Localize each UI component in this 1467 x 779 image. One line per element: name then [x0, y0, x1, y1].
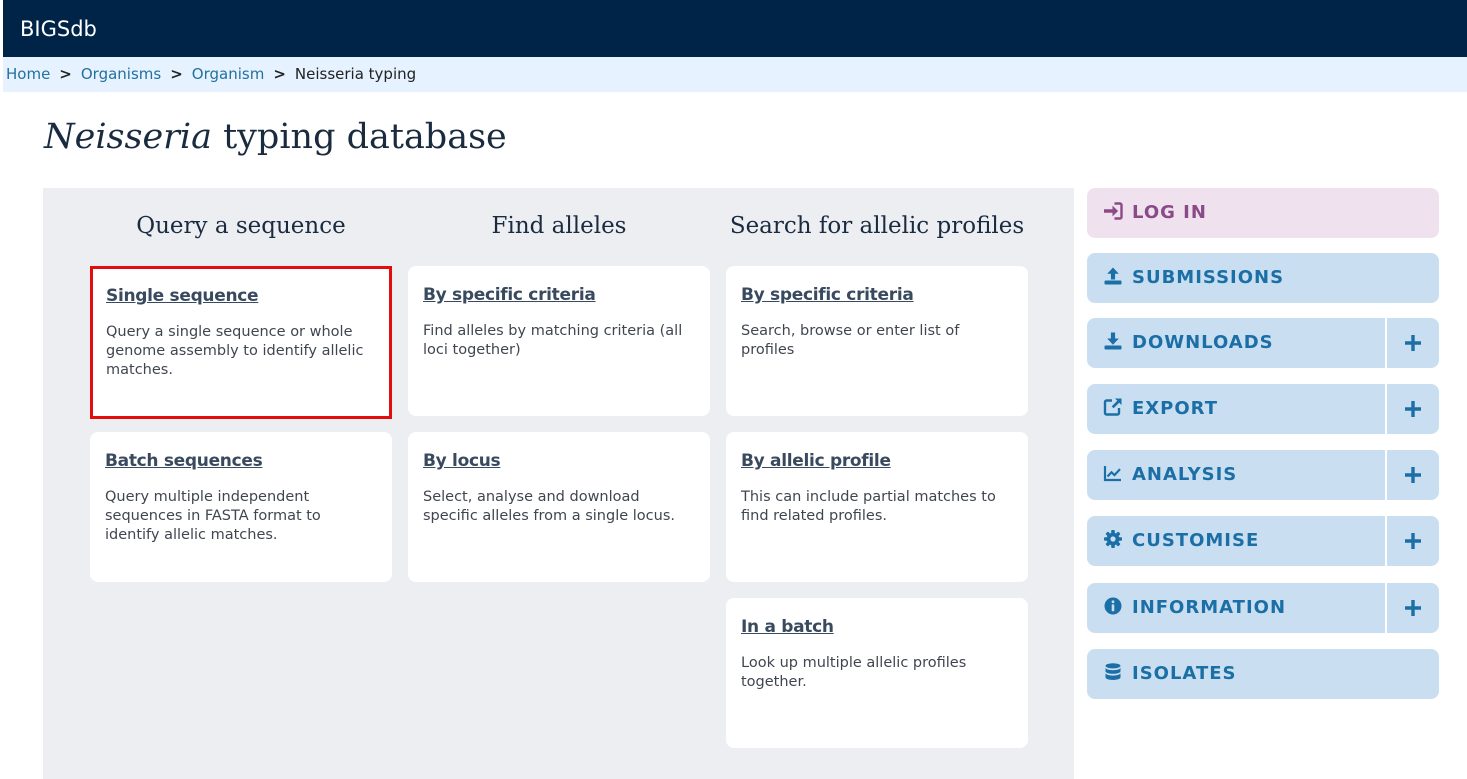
card-by-allelic-profile[interactable]: By allelic profile This can include part…	[726, 432, 1028, 582]
plus-icon	[1405, 467, 1421, 483]
card-in-a-batch[interactable]: In a batch Look up multiple allelic prof…	[726, 598, 1028, 748]
link-profiles-by-criteria[interactable]: By specific criteria	[741, 284, 914, 306]
breadcrumb-current: Neisseria typing	[294, 65, 417, 83]
analysis-label: ANALYSIS	[1132, 464, 1238, 485]
upload-icon	[1104, 267, 1122, 285]
login-button-main[interactable]: LOG IN	[1087, 188, 1439, 238]
breadcrumb-separator: >	[59, 65, 72, 83]
card-description: Search, browse or enter list of profiles	[741, 323, 960, 358]
downloads-expand-button[interactable]	[1385, 318, 1439, 368]
plus-icon	[1405, 335, 1421, 351]
heading-query-sequence: Query a sequence	[136, 213, 346, 239]
download-icon	[1104, 332, 1122, 350]
page-title-genus: Neisseria	[44, 117, 212, 157]
customise-button-main[interactable]: CUSTOMISE	[1087, 516, 1383, 566]
database-icon	[1105, 663, 1121, 680]
analysis-button[interactable]: ANALYSIS	[1087, 450, 1439, 500]
sign-in-icon	[1104, 202, 1123, 220]
page-title-rest: typing database	[211, 117, 507, 157]
export-button[interactable]: EXPORT	[1087, 384, 1439, 434]
brand-logo[interactable]: BIGSdb	[20, 16, 97, 42]
login-label: LOG IN	[1132, 202, 1207, 223]
top-navbar: BIGSdb	[3, 0, 1467, 57]
breadcrumb-organism[interactable]: Organism	[192, 65, 265, 83]
line-chart-icon	[1103, 466, 1121, 482]
link-by-locus[interactable]: By locus	[423, 450, 501, 472]
card-description: This can include partial matches to find…	[741, 489, 996, 524]
card-description: Look up multiple allelic profiles togeth…	[741, 655, 967, 690]
card-single-sequence[interactable]: Single sequence Query a single sequence …	[90, 266, 392, 419]
downloads-label: DOWNLOADS	[1132, 332, 1274, 353]
link-single-sequence[interactable]: Single sequence	[106, 285, 259, 307]
breadcrumb-separator: >	[273, 65, 286, 83]
external-link-icon	[1103, 398, 1122, 416]
link-batch-sequences[interactable]: Batch sequences	[105, 450, 263, 472]
breadcrumb-separator: >	[170, 65, 183, 83]
card-description: Select, analyse and download specific al…	[423, 489, 675, 524]
export-button-main[interactable]: EXPORT	[1087, 384, 1383, 434]
link-alleles-by-criteria[interactable]: By specific criteria	[423, 284, 596, 306]
customise-button[interactable]: CUSTOMISE	[1087, 516, 1439, 566]
heading-find-alleles: Find alleles	[491, 213, 627, 239]
submissions-button[interactable]: SUBMISSIONS	[1087, 253, 1439, 303]
information-label: INFORMATION	[1132, 597, 1287, 618]
customise-expand-button[interactable]	[1385, 516, 1439, 566]
analysis-button-main[interactable]: ANALYSIS	[1087, 450, 1383, 500]
card-profiles-by-criteria[interactable]: By specific criteria Search, browse or e…	[726, 266, 1028, 416]
submissions-button-main[interactable]: SUBMISSIONS	[1087, 253, 1439, 303]
breadcrumb: Home > Organisms > Organism > Neisseria typing	[3, 57, 1467, 92]
heading-search-profiles: Search for allelic profiles	[729, 213, 1025, 239]
customise-label: CUSTOMISE	[1132, 530, 1260, 551]
isolates-button-main[interactable]: ISOLATES	[1087, 649, 1439, 699]
export-expand-button[interactable]	[1385, 384, 1439, 434]
isolates-label: ISOLATES	[1132, 663, 1237, 684]
page-title: Neisseria typing database	[44, 115, 507, 159]
card-description: Query a single sequence or whole genome …	[106, 324, 364, 378]
plus-icon	[1405, 533, 1421, 549]
gear-icon	[1104, 530, 1122, 548]
card-by-locus[interactable]: By locus Select, analyse and download sp…	[408, 432, 710, 582]
link-by-allelic-profile[interactable]: By allelic profile	[741, 450, 891, 472]
information-button-main[interactable]: INFORMATION	[1087, 583, 1383, 633]
card-description: Find alleles by matching criteria (all l…	[423, 323, 683, 358]
information-expand-button[interactable]	[1385, 583, 1439, 633]
login-button[interactable]: LOG IN	[1087, 188, 1439, 238]
analysis-expand-button[interactable]	[1385, 450, 1439, 500]
export-label: EXPORT	[1132, 398, 1218, 419]
plus-icon	[1405, 600, 1421, 616]
link-in-a-batch[interactable]: In a batch	[741, 616, 834, 638]
breadcrumb-organisms[interactable]: Organisms	[81, 65, 161, 83]
submissions-label: SUBMISSIONS	[1132, 267, 1285, 288]
card-alleles-by-criteria[interactable]: By specific criteria Find alleles by mat…	[408, 266, 710, 416]
breadcrumb-home[interactable]: Home	[6, 65, 50, 83]
card-description: Query multiple independent sequences in …	[105, 489, 321, 543]
info-circle-icon	[1104, 597, 1122, 615]
isolates-button[interactable]: ISOLATES	[1087, 649, 1439, 699]
downloads-button[interactable]: DOWNLOADS	[1087, 318, 1439, 368]
card-batch-sequences[interactable]: Batch sequences Query multiple independe…	[90, 432, 392, 582]
downloads-button-main[interactable]: DOWNLOADS	[1087, 318, 1383, 368]
information-button[interactable]: INFORMATION	[1087, 583, 1439, 633]
plus-icon	[1405, 401, 1421, 417]
